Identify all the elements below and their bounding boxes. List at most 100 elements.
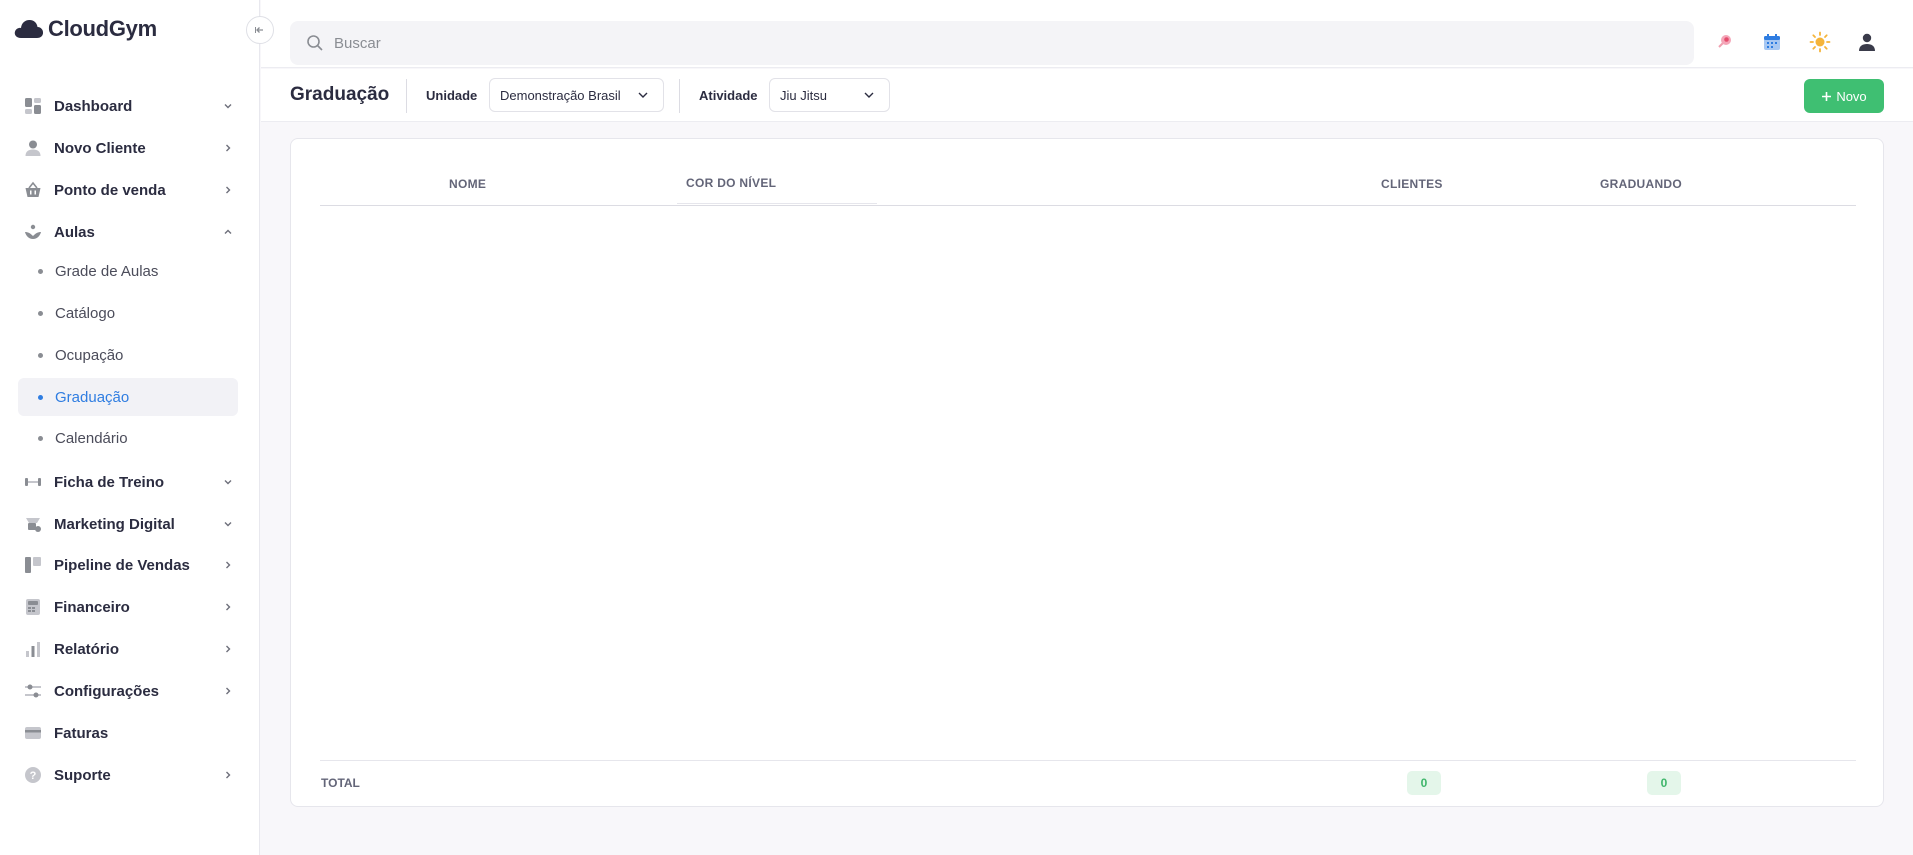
search-input[interactable] [334, 34, 934, 52]
sidebar-subitem-catalogo[interactable]: Catálogo [18, 294, 238, 332]
bullet-icon [38, 352, 43, 358]
sidebar-item-ponto-de-venda[interactable]: Ponto de venda [18, 170, 238, 210]
atividade-select-value: Jiu Jitsu [780, 87, 827, 103]
chevron-right-icon [220, 557, 236, 573]
sidebar-item-financeiro[interactable]: Financeiro [18, 587, 238, 627]
megaphone-icon [22, 513, 44, 535]
column-header-cor-do-nivel[interactable]: COR DO NÍVEL [686, 176, 776, 190]
unidade-select-value: Demonstração Brasil [500, 87, 621, 103]
chevron-up-icon [220, 224, 236, 240]
sidebar-item-aulas[interactable]: Aulas [18, 212, 238, 252]
table-footer-divider [320, 760, 1856, 761]
chevron-right-icon [220, 641, 236, 657]
total-graduando-badge: 0 [1647, 771, 1681, 795]
search-bar[interactable] [290, 21, 1694, 65]
sidebar-item-dashboard[interactable]: Dashboard [18, 86, 238, 126]
bullet-icon [38, 394, 43, 400]
sidebar-subitem-graduacao[interactable]: Graduação [18, 378, 238, 416]
graduation-table-card: NOME COR DO NÍVEL CLIENTES GRADUANDO TOT… [290, 138, 1884, 807]
chevron-right-icon [220, 182, 236, 198]
cloud-icon [14, 20, 44, 38]
sidebar-item-ficha-de-treino[interactable]: Ficha de Treino [18, 462, 238, 502]
column-divider [677, 203, 877, 204]
chevron-right-icon [220, 767, 236, 783]
new-button-label: Novo [1836, 88, 1867, 104]
dashboard-icon [22, 95, 44, 117]
sidebar-item-label: Marketing Digital [54, 515, 175, 533]
sidebar: CloudGym Dashboard Novo Cliente Ponto de… [0, 0, 260, 855]
brand-logo[interactable]: CloudGym [14, 16, 157, 42]
sidebar-item-label: Ficha de Treino [54, 473, 165, 491]
sidebar-item-label: Financeiro [54, 598, 130, 616]
sidebar-subitem-calendario[interactable]: Calendário [18, 419, 238, 457]
atividade-label: Atividade [699, 88, 758, 103]
sidebar-subitem-label: Ocupação [55, 346, 124, 364]
brand-name: CloudGym [48, 16, 157, 41]
unidade-label: Unidade [426, 88, 478, 103]
sidebar-item-marketing-digital[interactable]: Marketing Digital [18, 504, 238, 544]
yoga-icon [22, 221, 44, 243]
page-header: Graduação Unidade Demonstração Brasil At… [261, 69, 1913, 122]
sidebar-item-label: Faturas [54, 724, 109, 742]
sidebar-subitem-label: Calendário [55, 429, 128, 447]
sidebar-item-suporte[interactable]: ? Suporte [18, 755, 238, 795]
register-icon [22, 596, 44, 618]
sidebar-item-faturas[interactable]: Faturas [18, 713, 238, 753]
bullet-icon [38, 310, 43, 316]
user-icon [22, 137, 44, 159]
chevron-down-icon [220, 98, 236, 114]
sidebar-item-pipeline-de-vendas[interactable]: Pipeline de Vendas [18, 545, 238, 585]
sidebar-item-label: Dashboard [54, 97, 133, 115]
chevron-right-icon [220, 683, 236, 699]
chevron-down-icon [220, 474, 236, 490]
column-header-clientes[interactable]: CLIENTES [1381, 177, 1443, 191]
sidebar-subitem-label: Graduação [55, 388, 130, 406]
dumbbell-icon [22, 471, 44, 493]
profile-icon[interactable] [1855, 30, 1879, 54]
column-header-graduando[interactable]: GRADUANDO [1600, 177, 1682, 191]
svg-text:?: ? [30, 770, 37, 782]
plus-icon [1822, 91, 1832, 101]
sliders-icon [22, 680, 44, 702]
bar-chart-icon [22, 638, 44, 660]
help-icon: ? [22, 764, 44, 786]
divider [679, 79, 680, 113]
chevron-down-icon [863, 89, 875, 104]
bullet-icon [38, 268, 43, 274]
pipeline-icon [22, 554, 44, 576]
total-clientes-badge: 0 [1407, 771, 1441, 795]
arrow-left-icon [255, 27, 263, 33]
column-header-nome[interactable]: NOME [449, 177, 486, 191]
sidebar-item-novo-cliente[interactable]: Novo Cliente [18, 128, 238, 168]
atividade-select[interactable]: Jiu Jitsu [769, 78, 890, 112]
sidebar-subitem-ocupacao[interactable]: Ocupação [18, 336, 238, 374]
sidebar-item-relatorio[interactable]: Relatório [18, 629, 238, 669]
sidebar-item-label: Configurações [54, 682, 160, 700]
chevron-down-icon [637, 89, 649, 104]
unidade-select[interactable]: Demonstração Brasil [489, 78, 664, 112]
divider [406, 79, 407, 113]
sun-icon[interactable] [1808, 30, 1832, 54]
sidebar-subitem-label: Grade de Aulas [55, 262, 159, 280]
basket-icon [22, 179, 44, 201]
calendar-icon[interactable] [1760, 30, 1784, 54]
credit-card-icon [22, 722, 44, 744]
sidebar-subitem-label: Catálogo [55, 304, 116, 322]
search-icon [307, 35, 323, 51]
page-title: Graduação [290, 84, 390, 105]
collapse-sidebar-button[interactable] [246, 16, 274, 44]
chevron-right-icon [220, 599, 236, 615]
sidebar-item-label: Pipeline de Vendas [54, 556, 190, 574]
new-button[interactable]: Novo [1804, 79, 1884, 113]
sidebar-subitem-grade-de-aulas[interactable]: Grade de Aulas [18, 252, 238, 290]
total-label: TOTAL [321, 776, 360, 790]
sidebar-item-label: Aulas [54, 223, 95, 241]
sidebar-item-label: Relatório [54, 640, 120, 658]
chevron-right-icon [220, 140, 236, 156]
sidebar-item-label: Ponto de venda [54, 181, 166, 199]
chevron-down-icon [220, 516, 236, 532]
rocket-icon[interactable] [1712, 30, 1736, 54]
sidebar-item-configuracoes[interactable]: Configurações [18, 671, 238, 711]
bullet-icon [38, 435, 43, 441]
table-header-divider [320, 205, 1856, 206]
